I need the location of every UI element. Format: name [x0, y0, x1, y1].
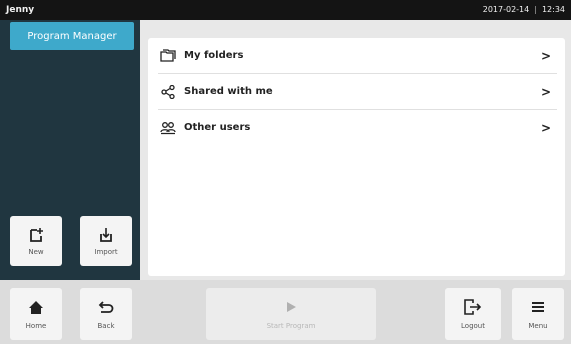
list-item-shared-with-me[interactable]: Shared with me >	[158, 74, 557, 110]
new-label: New	[28, 248, 44, 256]
program-manager-button[interactable]: Program Manager	[10, 22, 134, 50]
import-label: Import	[94, 248, 118, 256]
separator: |	[534, 5, 537, 14]
date: 2017-02-14	[482, 5, 530, 14]
menu-button[interactable]: Menu	[512, 288, 564, 340]
menu-icon	[531, 298, 545, 316]
import-button[interactable]: Import	[80, 216, 132, 266]
list-item-other-users[interactable]: Other users >	[158, 110, 557, 145]
list-item-label: Other users	[184, 122, 251, 133]
start-program-button[interactable]: Start Program	[206, 288, 376, 340]
list-item-label: My folders	[184, 50, 244, 61]
list-item-my-folders[interactable]: My folders >	[158, 38, 557, 74]
users-icon	[158, 121, 178, 135]
back-label: Back	[97, 322, 115, 330]
home-label: Home	[25, 322, 47, 330]
current-user: Jenny	[6, 5, 35, 15]
new-button[interactable]: New	[10, 216, 62, 266]
menu-label: Menu	[528, 322, 548, 330]
back-button[interactable]: Back	[80, 288, 132, 340]
start-program-label: Start Program	[266, 322, 316, 330]
list-item-label: Shared with me	[184, 86, 273, 97]
status-bar: Jenny 2017-02-14 | 12:34	[0, 0, 571, 20]
home-icon	[28, 298, 44, 316]
new-icon	[28, 226, 44, 244]
program-list-panel: My folders > Shared with me > Other user…	[148, 38, 565, 276]
play-icon	[285, 298, 297, 316]
home-button[interactable]: Home	[10, 288, 62, 340]
import-icon	[98, 226, 114, 244]
share-icon	[158, 84, 178, 99]
folders-icon	[158, 48, 178, 63]
chevron-right-icon: >	[540, 85, 551, 99]
chevron-right-icon: >	[540, 121, 551, 135]
logout-label: Logout	[461, 322, 485, 330]
logout-icon	[464, 298, 482, 316]
back-icon	[98, 298, 114, 316]
logout-button[interactable]: Logout	[445, 288, 501, 340]
chevron-right-icon: >	[540, 49, 551, 63]
time: 12:34	[541, 5, 565, 14]
date-time: 2017-02-14 | 12:34	[483, 5, 565, 14]
